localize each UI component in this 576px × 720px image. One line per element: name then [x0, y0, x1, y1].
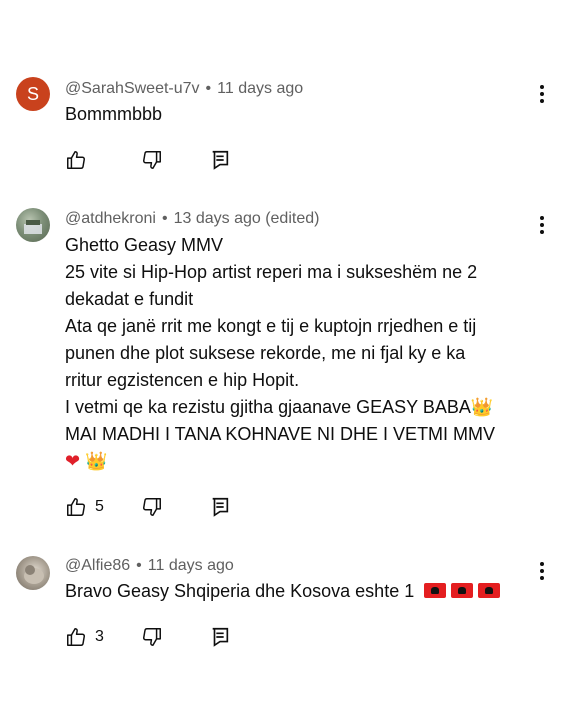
- comment-actions: 3: [65, 625, 229, 649]
- thumbs-down-icon: [143, 151, 161, 169]
- comment-line-text: Bravo Geasy Shqiperia dhe Kosova eshte 1: [65, 581, 415, 601]
- crown-emoji: 👑: [470, 397, 494, 418]
- comment-meta: @atdhekroni • 13 days ago (edited): [65, 210, 319, 228]
- comment-line: MAI MADHI I TANA KOHNAVE NI DHE I VETMI …: [65, 424, 496, 444]
- like-button[interactable]: [65, 626, 87, 648]
- comment-author[interactable]: @Alfie86: [65, 557, 130, 574]
- comment-author[interactable]: @SarahSweet-u7v: [65, 80, 200, 97]
- avatar-photo: [24, 220, 42, 234]
- albania-flag-icon: [478, 583, 501, 598]
- more-vertical-icon: [540, 85, 544, 89]
- dislike-button[interactable]: [141, 626, 163, 648]
- like-count: 3: [95, 628, 104, 645]
- heart-emoji: ❤: [65, 451, 81, 472]
- comment-author[interactable]: @atdhekroni: [65, 210, 156, 227]
- avatar[interactable]: [16, 208, 50, 242]
- comment-actions: 5: [65, 495, 229, 519]
- avatar-photo: [24, 565, 44, 584]
- comment-line-emoji: ❤ 👑: [65, 448, 535, 475]
- more-vertical-icon: [540, 562, 544, 566]
- comment-line: Ata qe janë rrit me kongt e tij e kuptoj…: [65, 316, 477, 336]
- meta-separator: •: [205, 80, 212, 97]
- reply-button[interactable]: [209, 626, 231, 648]
- like-count: 5: [95, 498, 104, 515]
- comment-line: Bommmbbb: [65, 104, 163, 124]
- like-button[interactable]: [65, 149, 87, 171]
- comment-meta: @Alfie86 • 11 days ago: [65, 557, 234, 575]
- comment-line: punen dhe plot suksese rekorde, me ni fj…: [65, 343, 466, 363]
- comment-line: dekadat e fundit: [65, 289, 194, 309]
- more-vertical-icon: [540, 216, 544, 220]
- comment-time[interactable]: 11 days ago: [217, 80, 303, 97]
- comment-text: Ghetto Geasy MMV 25 vite si Hip-Hop arti…: [65, 232, 535, 475]
- comment-actions: [65, 148, 229, 172]
- comment-line: 25 vite si Hip-Hop artist reperi ma i su…: [65, 262, 478, 282]
- avatar[interactable]: [16, 556, 50, 590]
- comment-meta: @SarahSweet-u7v • 11 days ago: [65, 80, 303, 98]
- reply-button[interactable]: [209, 496, 231, 518]
- albania-flag-icon: [451, 583, 474, 598]
- meta-separator: •: [136, 557, 142, 574]
- like-button[interactable]: [65, 496, 87, 518]
- avatar-letter: S: [26, 83, 39, 104]
- meta-separator: •: [161, 210, 168, 227]
- comment-line: I vetmi qe ka rezistu gjitha gjaanave GE…: [65, 394, 535, 421]
- thumbs-up-icon: [67, 628, 85, 646]
- reply-icon: [212, 497, 229, 517]
- comment-text: Bommmbbb: [65, 101, 535, 128]
- comment-text: Bravo Geasy Shqiperia dhe Kosova eshte 1: [65, 578, 535, 605]
- comment-time[interactable]: 11 days ago: [148, 557, 234, 574]
- comment-line: rritur egzistencen e hip Hopit.: [65, 370, 300, 390]
- comment-line: Bravo Geasy Shqiperia dhe Kosova eshte 1: [65, 578, 535, 605]
- thumbs-up-icon: [67, 151, 85, 169]
- avatar[interactable]: S: [16, 77, 50, 111]
- comment-line-text: I vetmi qe ka rezistu gjitha gjaanave GE…: [65, 397, 471, 417]
- reply-icon: [212, 150, 229, 170]
- albania-flag-icon: [424, 583, 447, 598]
- thumbs-down-icon: [143, 498, 161, 516]
- comment-line: Ghetto Geasy MMV: [65, 235, 224, 255]
- thumbs-down-icon: [143, 628, 161, 646]
- dislike-button[interactable]: [141, 149, 163, 171]
- thumbs-up-icon: [67, 498, 85, 516]
- reply-button[interactable]: [209, 149, 231, 171]
- reply-icon: [212, 627, 229, 647]
- comment-time[interactable]: 13 days ago (edited): [174, 210, 320, 227]
- crown-emoji: 👑: [85, 451, 108, 472]
- dislike-button[interactable]: [141, 496, 163, 518]
